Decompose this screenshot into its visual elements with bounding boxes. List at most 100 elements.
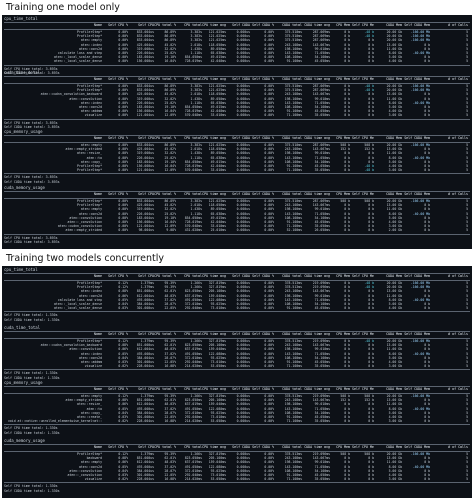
column-header: Self CPU [138,23,154,27]
table-cell: 9.08% [166,228,176,233]
column-header: CPU time avg [202,387,226,391]
table-cell: aten::_local_scalar_dense [54,306,102,311]
section-title: cpu_time_total [4,267,38,272]
column-header: CPU Mem [336,387,350,391]
table-cell: 5 [466,228,468,233]
column-header: CUDA Mem [386,387,402,391]
table-cell: 0 b [424,168,430,173]
column-header: Self CPU Mem [352,77,374,81]
column-header: CUDA total [282,445,302,449]
column-header: Self CPU % [108,136,128,140]
column-header: CUDA Mem [386,136,402,140]
heading-two-models: Training two models concurrently [6,253,164,264]
table-cell: 3.00 Gb [388,364,402,369]
column-header: Self CUDA [232,23,250,27]
section-title: cuda_time_total [4,70,41,75]
section-title: cuda_time_total [4,325,41,330]
table-cell: 228.004us [136,419,154,424]
column-header: Self CUDA [232,192,250,196]
column-header: Self CUDA % [252,136,274,140]
column-header: Self CPU [138,445,154,449]
table-cell: 71.100ms [286,113,302,118]
section-title: cuda_memory_usage [4,185,45,190]
column-header: CPU total [184,136,202,140]
column-header: CPU total [184,23,202,27]
column-header: Self CPU Mem [352,23,374,27]
table-cell: 35.050ms [314,419,330,424]
table-cell: 35.050ms [314,113,330,118]
column-header: Self CUDA % [252,387,274,391]
column-header: CPU total % [154,332,176,336]
column-header: # of Calls [448,445,468,449]
column-header: Name [94,192,102,196]
column-header: Self CPU % [108,332,128,336]
column-header: Self CPU [138,77,154,81]
table-cell: 0.000us [236,59,250,64]
column-header: CUDA time avg [304,332,330,336]
column-header: Self CUDA [232,332,250,336]
table-cell: 0.00% [264,113,274,118]
table-cell: 0.00% [264,59,274,64]
column-header: # of Calls [448,387,468,391]
column-header: Self CPU [138,387,154,391]
table-cell: 0 b [368,477,374,482]
table-cell: 0 b [368,113,374,118]
table-cell: -48 b [364,168,374,173]
table-cell: aten::_local_scalar_dense [54,59,102,64]
column-header: Self CUDA % [252,332,274,336]
table-cell: 0.000us [236,113,250,118]
table-cell: 228.004us [136,364,154,369]
table-cell: 3.00 Gb [388,477,402,482]
column-header: # of Calls [448,192,468,196]
column-header: CUDA Mem [386,445,402,449]
column-header: CPU Mem [336,445,350,449]
table-cell: 42.040ms [210,59,226,64]
table-footer-total: Self CUDA time total: 3.893s [4,179,60,184]
column-header: Self CUDA % [252,445,274,449]
column-header: Name [94,332,102,336]
table-cell: 570.048ms [184,113,202,118]
column-header: # of Calls [448,77,468,81]
column-header: CPU Mem [336,23,350,27]
table-cell: 0 b [368,364,374,369]
column-header: CPU Mem [336,274,350,278]
table-cell: 0 b [344,419,350,424]
column-header: CUDA Mem [386,332,402,336]
column-header: Self CUDA [232,136,250,140]
column-header: CPU total % [154,387,176,391]
table-row: aten::_local_scalar_dense 0.00% 156.000us 1… [2,59,472,63]
table-header-row: Name Self CPU % Self CPU CPU total % CPU tot… [2,274,472,279]
table-footer-total: Self CUDA time total: 1.330s [4,430,60,435]
table-divider [4,369,470,371]
table-divider [4,424,470,426]
table-cell: 4.00 Gb [388,59,402,64]
table-cell: 0.00% [118,113,128,118]
table-footer-total: Self CUDA time total: 1.330s [4,317,60,322]
column-header: CPU time avg [202,332,226,336]
table-cell: 53.050ms [210,364,226,369]
column-header: Self CPU % [108,23,128,27]
table-cell: 0 b [344,228,350,233]
column-header: Self CPU Mem [352,332,374,336]
column-header: CUDA total [282,192,302,196]
table-cell: 0.02% [118,419,128,424]
column-header: CUDA total [282,23,302,27]
column-header: CPU time avg [202,274,226,278]
column-header: CPU total % [154,192,176,196]
table-cell: 53.050ms [210,477,226,482]
table-footer-total: Self CUDA time total: 3.893s [4,240,60,245]
table-cell: 71.100ms [286,168,302,173]
table-cell: 0.00% [118,59,128,64]
table-header-row: Name Self CPU % Self CPU CPU total % CPU tot… [2,387,472,392]
table-header-row: Name Self CPU % Self CPU CPU total % CPU tot… [2,332,472,337]
table-cell: 0 b [424,477,430,482]
table-cell: 0.000us [236,306,250,311]
column-header: CPU Mem [336,77,350,81]
column-header: Self CUDA % [252,274,274,278]
table-row: visualize 0.00% 121.004us 12.09% 570.048ms 33… [2,113,472,117]
heading-one-model: Training one model only [6,2,120,13]
column-header: CUDA time avg [304,77,330,81]
table-cell: 0 b [424,306,430,311]
table-row: aten::empty_strided 0.00% 98.004us 9.08% 431… [2,228,472,232]
column-header: Self CUDA [232,387,250,391]
